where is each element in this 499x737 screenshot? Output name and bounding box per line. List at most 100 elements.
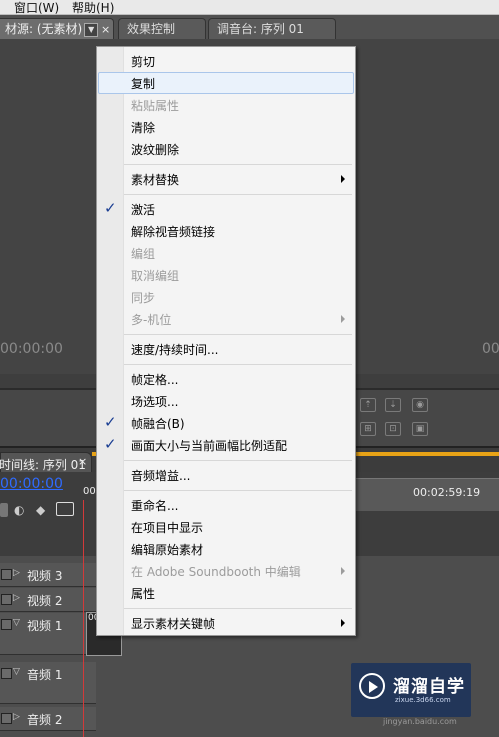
menu-item-edit-original[interactable]: 编辑原始素材 bbox=[98, 538, 354, 560]
snap-icon[interactable] bbox=[0, 503, 8, 517]
menu-item-label: 多-机位 bbox=[131, 313, 172, 327]
menu-item-scale-to-frame-size[interactable]: ✓ 画面大小与当前画幅比例适配 bbox=[98, 434, 354, 456]
menu-item-label: 在项目中显示 bbox=[131, 521, 204, 535]
menu-item-paste-attributes[interactable]: 粘贴属性 bbox=[98, 94, 354, 116]
menu-item-enable[interactable]: ✓ 激活 bbox=[98, 198, 354, 220]
menu-item-ungroup[interactable]: 取消编组 bbox=[98, 264, 354, 286]
menu-item-label: 在 Adobe Soundbooth 中编辑 bbox=[131, 565, 301, 579]
track-label: 视频 2 bbox=[27, 594, 63, 608]
panel-tab-bar: 材源: (无素材) ▼ × 效果控制 调音台: 序列 01 bbox=[0, 15, 499, 39]
playhead[interactable] bbox=[83, 500, 84, 737]
expand-icon[interactable]: ▷ bbox=[13, 568, 20, 578]
menu-item-label: 画面大小与当前画幅比例适配 bbox=[131, 439, 288, 453]
expand-icon[interactable]: ▷ bbox=[13, 712, 20, 722]
menu-item-label: 波纹删除 bbox=[131, 143, 180, 157]
chevron-right-icon bbox=[341, 175, 345, 183]
export-frame-icon[interactable]: ▣ bbox=[412, 422, 428, 436]
timeline-timecode[interactable]: 00:00:00 bbox=[0, 476, 63, 492]
extract-icon[interactable]: ⇣ bbox=[385, 398, 401, 412]
eye-toggle-icon[interactable] bbox=[1, 619, 12, 630]
menu-help[interactable]: 帮助(H) bbox=[72, 0, 114, 16]
menu-item-replace-clip[interactable]: 素材替换 bbox=[98, 168, 354, 190]
menu-item-label: 属性 bbox=[131, 587, 156, 601]
menu-item-show-clip-keyframes[interactable]: 显示素材关键帧 bbox=[98, 612, 354, 634]
track-video-1[interactable]: ▽ 视频 1 bbox=[0, 613, 96, 655]
menu-item-label: 同步 bbox=[131, 291, 156, 305]
menu-item-copy[interactable]: 复制 bbox=[98, 72, 354, 94]
tab-timeline[interactable]: 时间线: 序列 01 × bbox=[0, 452, 92, 474]
link-icon[interactable] bbox=[56, 502, 74, 516]
chevron-right-icon bbox=[341, 315, 345, 323]
overlay-icon[interactable]: ⊡ bbox=[385, 422, 401, 436]
menu-item-group[interactable]: 编组 bbox=[98, 242, 354, 264]
track-label: 音频 1 bbox=[27, 668, 63, 682]
menu-separator bbox=[124, 194, 352, 195]
marker-icon[interactable]: ◐ bbox=[14, 503, 24, 517]
camera-icon[interactable]: ◉ bbox=[412, 398, 428, 412]
track-label: 音频 2 bbox=[27, 713, 63, 727]
speaker-toggle-icon[interactable] bbox=[1, 713, 12, 724]
checkmark-icon: ✓ bbox=[104, 413, 117, 431]
checkmark-icon: ✓ bbox=[104, 199, 117, 217]
insert-icon[interactable]: ⊞ bbox=[360, 422, 376, 436]
menu-item-multi-camera[interactable]: 多-机位 bbox=[98, 308, 354, 330]
menu-item-audio-gain[interactable]: 音频增益... bbox=[98, 464, 354, 486]
checkmark-icon: ✓ bbox=[104, 435, 117, 453]
monitor-timecode-right: 00 bbox=[482, 341, 499, 357]
menu-item-clear[interactable]: 清除 bbox=[98, 116, 354, 138]
menu-item-label: 素材替换 bbox=[131, 173, 180, 187]
tab-audio-mixer-label: 调音台: 序列 01 bbox=[217, 22, 304, 36]
menu-item-speed-duration[interactable]: 速度/持续时间... bbox=[98, 338, 354, 360]
menu-bar: 窗口(W) 帮助(H) bbox=[0, 0, 499, 15]
menu-item-field-options[interactable]: 场选项... bbox=[98, 390, 354, 412]
menu-item-label: 粘贴属性 bbox=[131, 99, 180, 113]
menu-separator bbox=[124, 490, 352, 491]
track-video-3[interactable]: ▷ 视频 3 bbox=[0, 563, 96, 587]
menu-item-label: 解除视音频链接 bbox=[131, 225, 216, 239]
eye-toggle-icon[interactable] bbox=[1, 594, 12, 605]
menu-item-ripple-delete[interactable]: 波纹删除 bbox=[98, 138, 354, 160]
drop-icon[interactable]: ◆ bbox=[36, 503, 45, 517]
tab-source-label: 材源: (无素材) bbox=[5, 22, 83, 36]
tab-audio-mixer[interactable]: 调音台: 序列 01 bbox=[208, 18, 336, 39]
menu-item-label: 剪切 bbox=[131, 55, 156, 69]
track-audio-2[interactable]: ▷ 音频 2 bbox=[0, 707, 96, 731]
tab-effect-controls[interactable]: 效果控制 bbox=[118, 18, 206, 39]
menu-separator bbox=[124, 164, 352, 165]
expand-icon[interactable]: ▷ bbox=[13, 593, 20, 603]
collapse-icon[interactable]: ▽ bbox=[13, 667, 20, 677]
menu-item-label: 编组 bbox=[131, 247, 156, 261]
menu-item-rename[interactable]: 重命名... bbox=[98, 494, 354, 516]
context-menu: 剪切 复制 粘贴属性 清除 波纹删除 素材替换 ✓ 激活 解除视音频链接 编组 取… bbox=[96, 46, 356, 636]
menu-item-label: 清除 bbox=[131, 121, 156, 135]
menu-item-label: 显示素材关键帧 bbox=[131, 617, 216, 631]
menu-item-reveal-in-project[interactable]: 在项目中显示 bbox=[98, 516, 354, 538]
track-label: 视频 3 bbox=[27, 569, 63, 583]
menu-separator bbox=[124, 334, 352, 335]
menu-item-label: 帧融合(B) bbox=[131, 417, 185, 431]
menu-separator bbox=[124, 364, 352, 365]
track-audio-1[interactable]: ▽ 音频 1 bbox=[0, 662, 96, 704]
menu-item-cut[interactable]: 剪切 bbox=[98, 50, 354, 72]
menu-item-properties[interactable]: 属性 bbox=[98, 582, 354, 604]
menu-item-unlink[interactable]: 解除视音频链接 bbox=[98, 220, 354, 242]
menu-separator bbox=[124, 460, 352, 461]
eye-toggle-icon[interactable] bbox=[1, 569, 12, 580]
lift-icon[interactable]: ⇡ bbox=[360, 398, 376, 412]
watermark-title: 溜溜自学 bbox=[393, 677, 465, 697]
speaker-toggle-icon[interactable] bbox=[1, 668, 12, 679]
menu-item-frame-blend[interactable]: ✓ 帧融合(B) bbox=[98, 412, 354, 434]
menu-item-label: 激活 bbox=[131, 203, 156, 217]
close-icon[interactable]: × bbox=[101, 19, 110, 40]
collapse-icon[interactable]: ▽ bbox=[13, 618, 20, 628]
menu-item-edit-in-soundbooth[interactable]: 在 Adobe Soundbooth 中编辑 bbox=[98, 560, 354, 582]
tab-source[interactable]: 材源: (无素材) ▼ × bbox=[0, 18, 114, 39]
menu-item-label: 音频增益... bbox=[131, 469, 191, 483]
menu-item-synchronize[interactable]: 同步 bbox=[98, 286, 354, 308]
menu-item-frame-hold[interactable]: 帧定格... bbox=[98, 368, 354, 390]
track-video-2[interactable]: ▷ 视频 2 bbox=[0, 588, 96, 612]
menu-window[interactable]: 窗口(W) bbox=[14, 0, 59, 16]
menu-item-label: 帧定格... bbox=[131, 373, 179, 387]
chevron-down-icon[interactable]: ▼ bbox=[84, 22, 99, 37]
close-icon[interactable]: × bbox=[78, 455, 87, 468]
